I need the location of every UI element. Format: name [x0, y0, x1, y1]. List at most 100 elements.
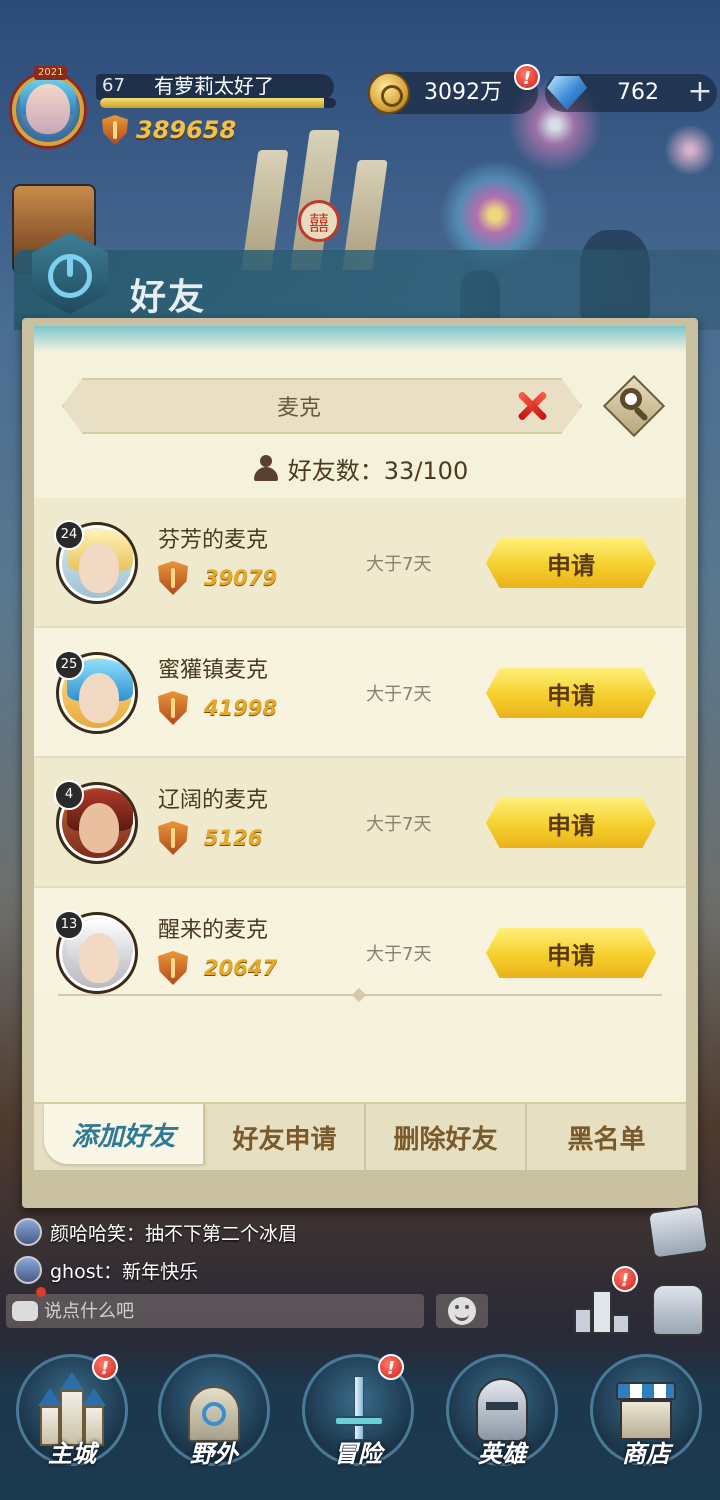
player-level-badge: 13	[54, 910, 84, 940]
power-shield-icon	[158, 821, 188, 855]
player-name: 醒来的麦克	[158, 918, 269, 943]
nav-adventure[interactable]: 冒险 !	[296, 1354, 420, 1494]
friend-count: 好友数：33/100	[34, 450, 686, 486]
player-power-value: 20647	[204, 956, 278, 980]
panel-title: 好友	[130, 277, 207, 318]
chat-message: ghost：新年快乐	[14, 1256, 198, 1284]
result-row: 13 醒来的麦克 20647 大于7天 申请	[34, 888, 686, 994]
player-avatar[interactable]: 2021	[4, 66, 96, 152]
backpack-icon	[652, 1284, 704, 1336]
power-shield-icon	[158, 561, 188, 595]
last-online: 大于7天	[366, 814, 432, 835]
apply-friend-button[interactable]: 申请	[486, 668, 656, 718]
player-power-value: 39079	[204, 566, 278, 590]
chat-input-bar	[6, 1287, 424, 1328]
nav-label: 英雄	[478, 1440, 526, 1468]
list-end-divider	[58, 987, 662, 1003]
search-button[interactable]	[602, 374, 666, 438]
last-online: 大于7天	[366, 554, 432, 575]
friends-tab-bar: 添加好友 好友申请 删除好友 黑名单	[34, 1102, 686, 1170]
background-gate: 囍	[240, 130, 390, 270]
chat-input[interactable]	[44, 1294, 414, 1328]
apply-friend-button[interactable]: 申请	[486, 928, 656, 978]
player-name: 芬芳的麦克	[158, 528, 269, 553]
chat-message-text: 颜哈哈笑：抽不下第二个冰眉	[50, 1222, 298, 1245]
nav-label: 商店	[622, 1440, 670, 1468]
gold-alert-badge: !	[514, 64, 540, 90]
gem-value: 762	[617, 80, 659, 105]
player-level-badge: 24	[54, 520, 84, 550]
nav-label: 主城	[48, 1440, 96, 1468]
chat-bubble-icon	[12, 1287, 46, 1321]
nav-heroes[interactable]: 英雄	[440, 1354, 564, 1494]
bottom-navigation: 主城 ! 野外 冒险 ! 英雄 商店	[0, 1340, 720, 1500]
add-gems-plus-icon[interactable]: +	[685, 74, 715, 112]
search-icon	[618, 386, 652, 422]
tab-delete-friend[interactable]: 删除好友	[366, 1104, 527, 1170]
friend-count-label: 好友数：33/100	[287, 456, 469, 485]
gold-value: 3092万	[424, 80, 502, 105]
xp-bar	[100, 98, 336, 108]
player-power: 389658	[102, 112, 236, 148]
ranking-button[interactable]: !	[570, 1266, 638, 1340]
player-power-value: 389658	[136, 116, 237, 144]
backpack-button[interactable]	[646, 1276, 710, 1340]
power-shield-icon	[102, 115, 128, 145]
chat-avatar	[14, 1218, 42, 1246]
tab-friend-requests[interactable]: 好友申请	[205, 1104, 366, 1170]
nav-label: 野外	[190, 1440, 238, 1468]
emoji-icon	[448, 1297, 476, 1325]
player-power-value: 41998	[204, 696, 278, 720]
nav-main-city[interactable]: 主城 !	[10, 1354, 134, 1494]
nav-shop[interactable]: 商店	[584, 1354, 708, 1494]
gold-counter[interactable]: 3092万 !	[368, 64, 540, 114]
power-shield-icon	[158, 691, 188, 725]
emoji-button[interactable]	[436, 1294, 488, 1328]
player-level: 67	[102, 75, 125, 96]
search-input[interactable]	[104, 380, 494, 432]
nav-label: 冒险	[334, 1440, 382, 1468]
result-row: 4 辽阔的麦克 5126 大于7天 申请	[34, 758, 686, 888]
avatar-year-badge: 2021	[34, 66, 68, 80]
search-results-list: 24 芬芳的麦克 39079 大于7天 申请 25 蜜獾镇麦克 41998 大于…	[34, 498, 686, 994]
apply-friend-button[interactable]: 申请	[486, 538, 656, 588]
firework-decoration	[660, 120, 720, 180]
power-shield-icon	[158, 951, 188, 985]
xp-bar-fill	[100, 98, 325, 108]
last-online: 大于7天	[366, 944, 432, 965]
nav-wild[interactable]: 野外	[152, 1354, 276, 1494]
ranking-alert-badge: !	[612, 1266, 638, 1292]
friends-crest-icon	[22, 222, 118, 322]
player-level-badge: 25	[54, 650, 84, 680]
gem-icon	[547, 76, 587, 110]
chat-avatar	[14, 1256, 42, 1284]
player-name-bar: 67 有萝莉太好了	[96, 74, 334, 100]
gate-emblem: 囍	[298, 200, 340, 242]
search-box	[62, 378, 582, 434]
player-power: 41998	[158, 690, 277, 726]
player-power: 5126	[158, 820, 262, 856]
result-row: 25 蜜獾镇麦克 41998 大于7天 申请	[34, 628, 686, 758]
result-row: 24 芬芳的麦克 39079 大于7天 申请	[34, 498, 686, 628]
nav-alert-badge: !	[378, 1354, 404, 1380]
tab-add-friend[interactable]: 添加好友	[44, 1104, 205, 1164]
last-online: 大于7天	[366, 684, 432, 705]
player-power: 39079	[158, 560, 277, 596]
clear-search-icon[interactable]	[514, 388, 550, 424]
apply-friend-button[interactable]: 申请	[486, 798, 656, 848]
player-level-badge: 4	[54, 780, 84, 810]
player-power-value: 5126	[204, 826, 263, 850]
camera-icon[interactable]	[646, 1204, 710, 1260]
gem-counter: 762 +	[545, 74, 717, 112]
player-name: 辽阔的麦克	[158, 788, 269, 813]
coin-icon	[368, 72, 410, 114]
people-icon	[252, 455, 280, 481]
player-name: 蜜獾镇麦克	[158, 658, 269, 683]
player-name: 有萝莉太好了	[154, 74, 274, 98]
chat-message-text: ghost：新年快乐	[50, 1260, 199, 1283]
nav-alert-badge: !	[92, 1354, 118, 1380]
podium-icon	[574, 1286, 630, 1334]
friends-panel: 好友数：33/100 24 芬芳的麦克 39079 大于7天 申请 25 蜜獾镇…	[34, 326, 686, 1170]
chat-message: 颜哈哈笑：抽不下第二个冰眉	[14, 1218, 297, 1246]
tab-blacklist[interactable]: 黑名单	[527, 1104, 686, 1170]
